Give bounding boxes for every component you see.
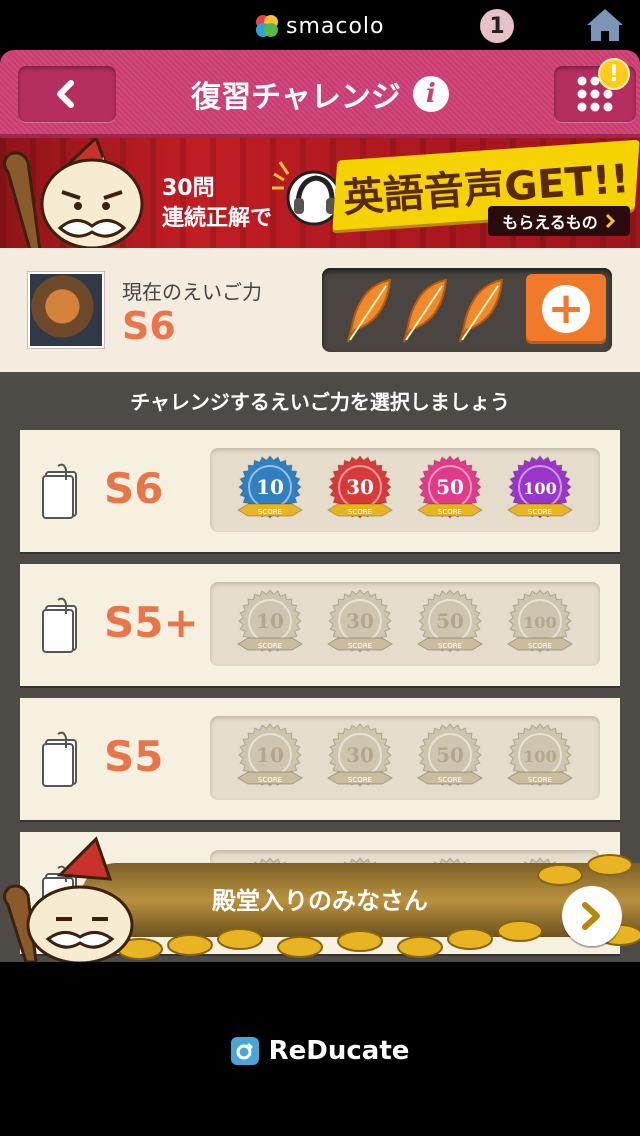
svg-text:SCORE: SCORE [258,642,282,650]
banner-condition: 連続正解で [162,206,273,231]
add-feather-button[interactable]: + [526,274,606,344]
score-medal-50-icon: 50 SCORE [417,455,483,519]
level-label: S5 [104,732,164,781]
medal-tray: 10 SCORE 30 SCORE 50 SCORE 100 SCORE [210,716,600,800]
current-level-label: 現在のえいご力 [122,280,262,304]
svg-text:10: 10 [256,743,284,767]
headphones-icon [272,161,340,226]
svg-text:30: 30 [346,609,374,633]
score-medal-10-icon: 10 SCORE [237,723,303,787]
svg-text:SCORE: SCORE [348,642,372,650]
svg-text:SCORE: SCORE [528,776,552,784]
avatar [28,272,104,348]
home-icon[interactable] [586,8,624,42]
rewards-link[interactable]: もらえるもの [488,206,630,236]
reducate-logo-icon [230,1037,259,1065]
medal-tray: 10 SCORE 30 SCORE 50 SCORE 100 SCORE [210,582,600,666]
level-card-0[interactable]: S6 10 SCORE 30 SCORE 50 SCORE 100 SCORE [20,430,620,552]
select-level-prompt: チャレンジするえいご力を選択しましょう [130,390,510,414]
score-medal-10-icon: 10 SCORE [237,589,303,653]
hall-of-fame-button[interactable] [562,886,622,946]
score-medal-30-icon: 30 SCORE [327,455,393,519]
level-card-2[interactable]: S5 10 SCORE 30 SCORE 50 SCORE 100 SCORE [20,698,620,820]
svg-text:10: 10 [256,609,284,633]
score-medal-30-icon: 30 SCORE [327,589,393,653]
score-medal-10-icon: 10 SCORE [237,455,303,519]
reducate-brand: ReDucate [268,1036,410,1066]
svg-text:50: 50 [436,475,464,499]
svg-text:SCORE: SCORE [438,776,462,784]
svg-text:SCORE: SCORE [348,508,372,516]
svg-text:50: 50 [436,743,464,767]
wizard-mascot-icon: ★ [3,138,144,248]
clipboard-icon [42,731,77,787]
svg-text:SCORE: SCORE [438,642,462,650]
current-level-value: S6 [122,304,176,348]
chevron-right-icon [605,213,615,229]
level-label: S6 [104,464,164,513]
svg-text:10: 10 [256,475,284,499]
brand-name: smacolo [286,13,385,39]
score-medal-100-icon: 100 SCORE [507,589,573,653]
score-medal-50-icon: 50 SCORE [417,723,483,787]
svg-text:SCORE: SCORE [528,642,552,650]
smacolo-brand: smacolo [254,8,385,44]
svg-text:SCORE: SCORE [258,508,282,516]
medal-tray: 10 SCORE 30 SCORE 50 SCORE 100 SCORE [210,448,600,532]
title-wrapper: 復習チャレンジ i [0,72,640,116]
score-medal-100-icon: 100 SCORE [507,723,573,787]
feather-icon [347,278,392,343]
clipboard-icon [42,597,77,653]
svg-text:30: 30 [346,475,374,499]
feather-icon [459,278,504,343]
svg-text:50: 50 [436,609,464,633]
smacolo-logo-icon [256,15,278,37]
feather-icon [403,278,448,343]
footer-brand: ReDucate [0,1036,640,1066]
rewards-link-label: もらえるもの [502,213,598,232]
svg-text:30: 30 [346,743,374,767]
score-medal-30-icon: 30 SCORE [327,723,393,787]
svg-text:SCORE: SCORE [258,776,282,784]
status-bar: smacolo 1 [0,0,640,50]
score-medal-50-icon: 50 SCORE [417,589,483,653]
svg-text:100: 100 [523,747,556,766]
svg-text:100: 100 [523,479,556,498]
page-header: 復習チャレンジ i [0,50,640,138]
level-card-1[interactable]: S5+ 10 SCORE 30 SCORE 50 SCORE 100 SCORE [20,564,620,686]
notification-badge[interactable]: 1 [480,9,514,43]
alert-badge: ! [598,58,630,90]
svg-text:SCORE: SCORE [438,508,462,516]
hall-of-fame-label: 殿堂入りのみなさん [212,887,428,915]
chevron-right-icon [582,902,600,930]
score-medal-100-icon: 100 SCORE [507,455,573,519]
plus-icon: + [542,285,590,333]
banner-count: 30問 [162,176,215,201]
page-title: 復習チャレンジ [191,80,401,115]
info-icon[interactable]: i [412,76,449,112]
level-label: S5+ [104,598,199,647]
svg-text:SCORE: SCORE [528,508,552,516]
svg-text:100: 100 [523,613,556,632]
clipboard-icon [42,463,77,519]
svg-text:SCORE: SCORE [348,776,372,784]
